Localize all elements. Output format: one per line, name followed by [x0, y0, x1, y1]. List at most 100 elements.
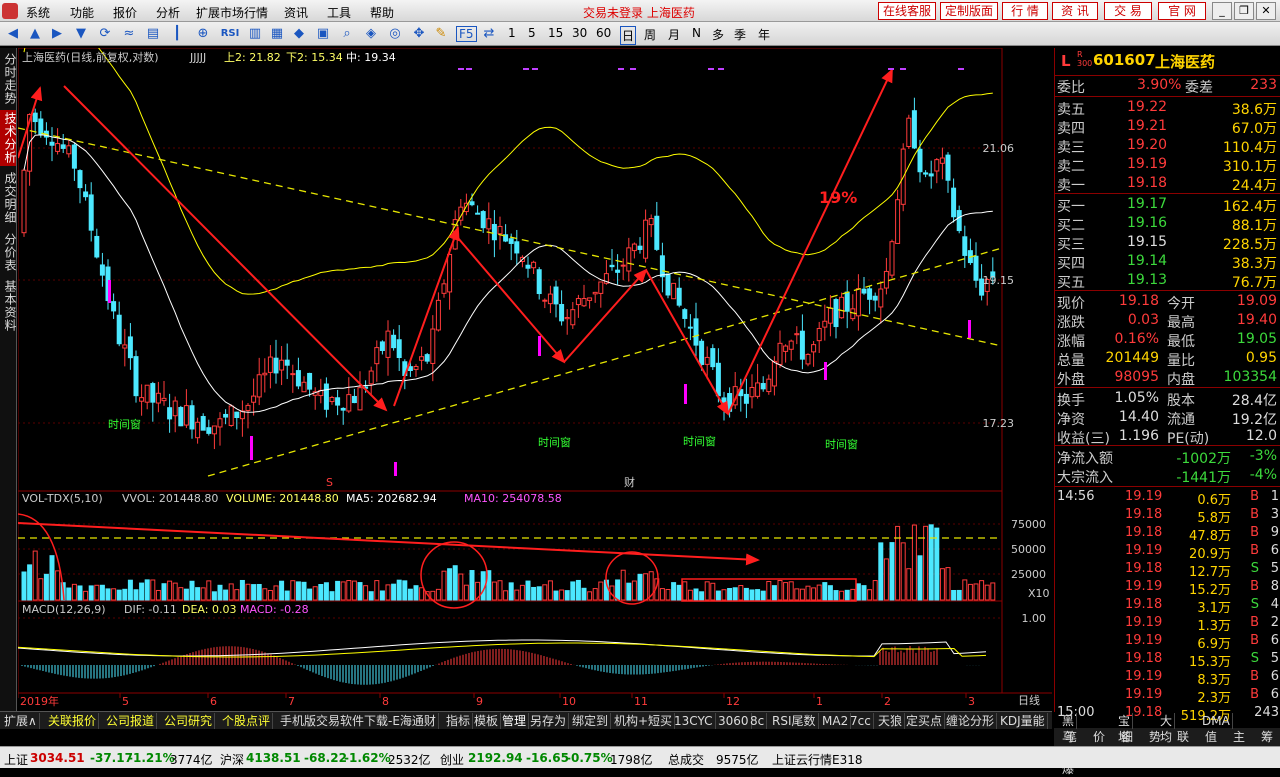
- tab-trade-detail[interactable]: 成交明细: [0, 170, 17, 226]
- cycle-n[interactable]: N: [692, 26, 701, 40]
- time-window-label: 时间窗: [825, 437, 858, 451]
- minimize-icon[interactable]: _: [1212, 2, 1232, 20]
- menu-extended-market[interactable]: 扩展市场行情: [196, 4, 268, 21]
- period-1min[interactable]: 1: [508, 26, 516, 40]
- rsi-icon[interactable]: RSI: [218, 25, 242, 43]
- hs-index-label[interactable]: 沪深: [220, 751, 244, 768]
- cy-index-label[interactable]: 创业: [440, 751, 464, 768]
- layers-icon[interactable]: ◎: [386, 25, 404, 43]
- bottom-tab[interactable]: 8c: [748, 713, 768, 729]
- period-30min[interactable]: 30: [572, 26, 587, 40]
- move-icon[interactable]: ✥: [410, 25, 428, 43]
- bottom-tab[interactable]: KDJ量能: [998, 713, 1048, 729]
- quote-tab[interactable]: 值: [1198, 729, 1224, 745]
- grid-icon[interactable]: ▦: [268, 25, 286, 43]
- bottom-tab[interactable]: 7cc: [848, 713, 874, 729]
- cycle-year[interactable]: 年: [758, 26, 770, 43]
- volume-bar: [687, 589, 693, 601]
- menu-function[interactable]: 功能: [70, 4, 94, 21]
- bottom-tab[interactable]: 绑定到: [570, 713, 612, 729]
- news-button[interactable]: 资 讯: [1052, 2, 1098, 20]
- bottom-tab[interactable]: DMA: [1200, 713, 1233, 729]
- window-icon[interactable]: ▣: [314, 25, 332, 43]
- bottom-tab[interactable]: 3060: [716, 713, 752, 729]
- period-60min[interactable]: 60: [596, 26, 611, 40]
- menu-quote[interactable]: 报价: [113, 4, 137, 21]
- official-site-button[interactable]: 官 网: [1158, 2, 1206, 20]
- bars-icon[interactable]: ▥: [246, 25, 264, 43]
- sh-index-label[interactable]: 上证: [4, 751, 28, 768]
- bottom-tab[interactable]: 管理: [500, 713, 530, 729]
- swap-icon[interactable]: ⇄: [480, 25, 498, 43]
- cycle-day[interactable]: 日: [620, 26, 637, 45]
- f5-button[interactable]: F5: [456, 26, 477, 42]
- bottom-tab[interactable]: RSI尾数: [770, 713, 819, 729]
- online-service-button[interactable]: 在线客服: [878, 2, 936, 20]
- menu-system[interactable]: 系统: [26, 4, 50, 21]
- cycle-quarter[interactable]: 季: [734, 26, 746, 43]
- menu-help[interactable]: 帮助: [370, 4, 394, 21]
- indicator-icon[interactable]: ≈: [120, 25, 138, 43]
- chart-area[interactable]: 上海医药(日线,前复权,对数) JJJJJ 上2: 21.82 下2: 15.3…: [17, 16, 1052, 712]
- restore-icon[interactable]: ❐: [1234, 2, 1254, 20]
- quote-panel: L R 300 601607 上海医药 委比 3.90% 委差 233 卖五 19.…: [1054, 48, 1280, 724]
- custom-layout-button[interactable]: 定制版面: [940, 2, 998, 20]
- bottom-tab[interactable]: 定买点: [904, 713, 946, 729]
- refresh-icon[interactable]: ⟳: [96, 25, 114, 43]
- bottom-tab[interactable]: 手机版交易软件下载-E海通财: [278, 713, 439, 729]
- up2-value: 上2: 21.82: [224, 51, 281, 64]
- menu-analysis[interactable]: 分析: [156, 4, 180, 21]
- stat-value: 19.05: [1236, 331, 1277, 347]
- bottom-tab[interactable]: 大均线: [1158, 713, 1176, 760]
- tab-intraday[interactable]: 分时走势: [0, 52, 17, 106]
- menu-tools[interactable]: 工具: [327, 4, 351, 21]
- bottom-tab[interactable]: MA2: [820, 713, 852, 729]
- back-arrow-icon[interactable]: ◀: [4, 25, 22, 43]
- tab-fundamentals[interactable]: 基本资料: [0, 278, 17, 334]
- tab-price-distribution[interactable]: 分价表: [0, 230, 17, 274]
- cycle-month[interactable]: 月: [668, 26, 680, 43]
- cycle-multi[interactable]: 多: [712, 26, 724, 43]
- period-5min[interactable]: 5: [528, 26, 536, 40]
- quote-tab[interactable]: 主: [1226, 729, 1252, 745]
- volume-bar: [951, 589, 957, 601]
- pencil-icon[interactable]: ✎: [432, 25, 450, 43]
- up-arrow-icon[interactable]: ▲: [26, 25, 44, 43]
- bottom-tab[interactable]: 黑马启爆: [1060, 713, 1078, 776]
- down-arrow-icon[interactable]: ▼: [72, 25, 90, 43]
- forward-arrow-icon[interactable]: ▶: [48, 25, 66, 43]
- market-button[interactable]: 行 情: [1002, 2, 1048, 20]
- period-15min[interactable]: 15: [548, 26, 563, 40]
- tab-technical[interactable]: 技术分析: [0, 110, 17, 166]
- chart-icon[interactable]: ▤: [144, 25, 162, 43]
- tick-count: 243: [1254, 705, 1279, 720]
- bottom-tab[interactable]: 公司研究: [162, 713, 216, 729]
- trade-button[interactable]: 交 易: [1104, 2, 1152, 20]
- bottom-tab[interactable]: 扩展∧: [2, 713, 40, 729]
- search-icon[interactable]: ⌕: [338, 25, 356, 43]
- quote-tab[interactable]: 联: [1170, 729, 1196, 745]
- bottom-tab[interactable]: 模板: [472, 713, 502, 729]
- indicator2-icon[interactable]: ◆: [290, 25, 308, 43]
- stock-chart[interactable]: 上海医药(日线,前复权,对数) JJJJJ 上2: 21.82 下2: 15.3…: [17, 16, 1052, 712]
- bottom-tab[interactable]: 个股点评: [220, 713, 274, 729]
- bottom-tab[interactable]: 宝塔线: [1116, 713, 1134, 760]
- tick-side: B: [1250, 525, 1259, 540]
- kline-icon[interactable]: ┃: [168, 25, 186, 43]
- bottom-tab[interactable]: 天狼: [876, 713, 906, 729]
- quote-tab[interactable]: 筹: [1254, 729, 1280, 745]
- bottom-tab[interactable]: 另存为: [528, 713, 570, 729]
- bottom-tab[interactable]: 机构+短买: [612, 713, 676, 729]
- close-icon[interactable]: ✕: [1256, 2, 1276, 20]
- zoom-icon[interactable]: ⊕: [194, 25, 212, 43]
- bottom-tab[interactable]: 13CYC: [672, 713, 716, 729]
- bottom-tab[interactable]: 缠论分形: [944, 713, 998, 729]
- bottom-tab[interactable]: 指标: [444, 713, 474, 729]
- bottom-tab[interactable]: 公司报道: [104, 713, 158, 729]
- cycle-week[interactable]: 周: [644, 26, 656, 43]
- quote-tab[interactable]: 价: [1086, 729, 1112, 745]
- bottom-tab[interactable]: 关联报价: [46, 713, 100, 729]
- cloud-quote-label[interactable]: 上证云行情E318: [772, 751, 863, 768]
- menu-news[interactable]: 资讯: [284, 4, 308, 21]
- cube-icon[interactable]: ◈: [362, 25, 380, 43]
